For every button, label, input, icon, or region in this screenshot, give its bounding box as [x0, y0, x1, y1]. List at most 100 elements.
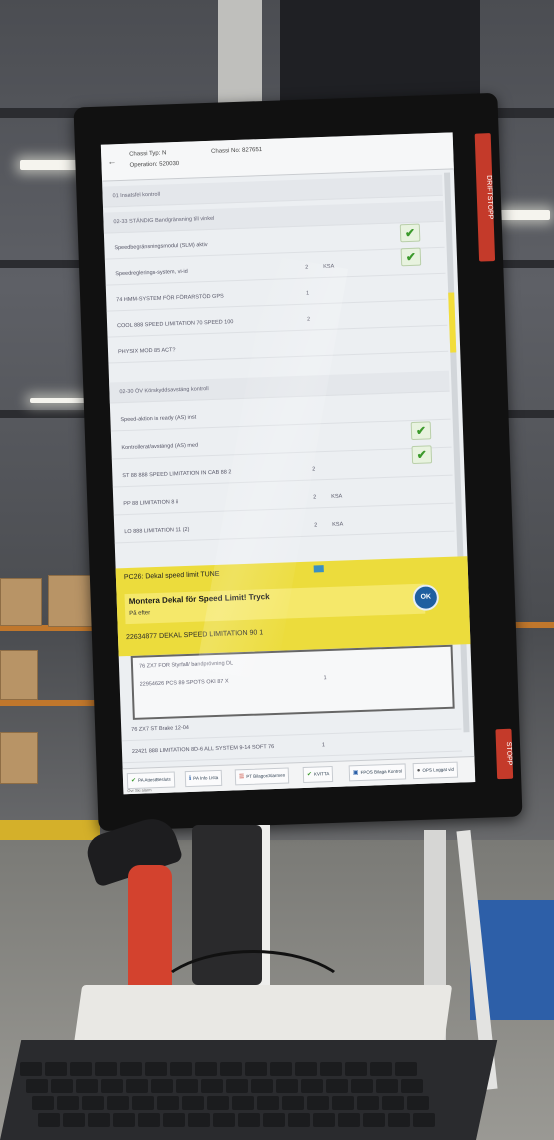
keyboard-key[interactable]	[145, 1062, 167, 1076]
keyboard-key[interactable]	[376, 1079, 398, 1093]
footer-button-info[interactable]: ℹ PA Info Lista	[184, 769, 223, 788]
keyboard-key[interactable]	[188, 1113, 210, 1127]
keyboard-key[interactable]	[170, 1062, 192, 1076]
keyboard-key[interactable]	[407, 1096, 429, 1110]
keyboard-key[interactable]	[45, 1062, 67, 1076]
list-item-label: PP 88 LIMITATION 8 ii	[123, 499, 179, 508]
keyboard-key[interactable]	[238, 1113, 260, 1127]
keyboard-key[interactable]	[151, 1079, 173, 1093]
header-chassis-no: Chassi No: 827651	[211, 147, 263, 155]
keyboard-key[interactable]	[113, 1113, 135, 1127]
list-item-label: Speedreglerings-system, vi-id	[115, 268, 188, 278]
keyboard-key[interactable]	[357, 1096, 379, 1110]
keyboard-key[interactable]	[101, 1079, 123, 1093]
header-operation: Operation: 520030	[129, 160, 180, 169]
keyboard-key[interactable]	[401, 1079, 423, 1093]
list-item-label: 01 Insatsfel kontroll	[112, 191, 161, 200]
keyboard-key[interactable]	[70, 1062, 92, 1076]
keyboard-key[interactable]	[320, 1062, 342, 1076]
keyboard-key[interactable]	[351, 1079, 373, 1093]
footer-button-label: OPS Loggat vid	[422, 766, 455, 773]
keyboard-keys[interactable]	[20, 1062, 440, 1132]
keyboard-key[interactable]	[63, 1113, 85, 1127]
panel-row-value: 1	[323, 675, 327, 682]
keyboard-key[interactable]	[226, 1079, 248, 1093]
footer-button-fpos[interactable]: ▣ FPOS Bilaga Kontrol	[348, 763, 407, 782]
keyboard-key[interactable]	[270, 1062, 292, 1076]
side-badge-top: DRIFTSTOPP	[474, 133, 496, 262]
touch-monitor: DRIFTSTOPP STOPP ← Chassi Typ: N Operati…	[73, 92, 523, 832]
keyboard-key[interactable]	[382, 1096, 404, 1110]
ceiling-light	[30, 398, 90, 403]
info-icon: ℹ	[188, 775, 192, 782]
keyboard-key[interactable]	[138, 1113, 160, 1127]
keyboard-key[interactable]	[26, 1079, 48, 1093]
list-item-label: Kontrollerat/avstängd (AS) med	[121, 442, 199, 452]
keyboard-key[interactable]	[207, 1096, 229, 1110]
keyboard-key[interactable]	[363, 1113, 385, 1127]
rack-beam	[0, 700, 100, 706]
keyboard-key[interactable]	[276, 1079, 298, 1093]
active-step-title: PC26: Dekal speed limit TUNE	[123, 570, 220, 582]
keyboard-key[interactable]	[132, 1096, 154, 1110]
keyboard-key[interactable]	[95, 1062, 117, 1076]
panel-row-label: 22954626 PCS 89 SPOTS OKI 87 X	[139, 678, 229, 688]
check-icon[interactable]: ✔	[399, 223, 421, 243]
keyboard-key[interactable]	[213, 1113, 235, 1127]
list-item-label: Speed-aktion is ready (AS) inst	[120, 414, 197, 424]
keyboard-key[interactable]	[232, 1096, 254, 1110]
keyboard-key[interactable]	[263, 1113, 285, 1127]
keyboard-key[interactable]	[195, 1062, 217, 1076]
keyboard-key[interactable]	[288, 1113, 310, 1127]
keyboard-key[interactable]	[388, 1113, 410, 1127]
keyboard-key[interactable]	[20, 1062, 42, 1076]
list-item-label: Speedbegränsningsmodul (SLM) aktiv	[114, 242, 208, 252]
footer-button-confirm[interactable]: ✔ KVITTA	[302, 765, 334, 784]
back-arrow-icon[interactable]: ←	[107, 156, 116, 166]
keyboard-key[interactable]	[220, 1062, 242, 1076]
scrollbar-thumb[interactable]	[448, 292, 457, 353]
keyboard-key[interactable]	[307, 1096, 329, 1110]
keyboard-key[interactable]	[251, 1079, 273, 1093]
keyboard-key[interactable]	[51, 1079, 73, 1093]
crate	[48, 575, 94, 627]
keyboard-key[interactable]	[370, 1062, 392, 1076]
keyboard-key[interactable]	[120, 1062, 142, 1076]
check-icon[interactable]: ✔	[410, 421, 432, 441]
keyboard-key[interactable]	[413, 1113, 435, 1127]
keyboard-key[interactable]	[301, 1079, 323, 1093]
keyboard-key[interactable]	[107, 1096, 129, 1110]
header-chassis-type: Chassi Typ: N	[129, 150, 167, 158]
keyboard-key[interactable]	[32, 1096, 54, 1110]
keyboard-key[interactable]	[326, 1079, 348, 1093]
keyboard-key[interactable]	[338, 1113, 360, 1127]
keyboard-key[interactable]	[182, 1096, 204, 1110]
keyboard-key[interactable]	[245, 1062, 267, 1076]
keyboard-key[interactable]	[332, 1096, 354, 1110]
keyboard-key[interactable]	[257, 1096, 279, 1110]
check-icon[interactable]: ✔	[400, 247, 422, 267]
crate	[0, 578, 42, 626]
keyboard-key[interactable]	[201, 1079, 223, 1093]
keyboard-key[interactable]	[345, 1062, 367, 1076]
ok-button[interactable]: OK	[412, 584, 440, 612]
keyboard-key[interactable]	[295, 1062, 317, 1076]
footer-button-attachments[interactable]: ☰ PT Bilagor/Alarmen	[234, 767, 290, 786]
keyboard-key[interactable]	[282, 1096, 304, 1110]
keyboard-key[interactable]	[76, 1079, 98, 1093]
keyboard-key[interactable]	[163, 1113, 185, 1127]
keyboard-key[interactable]	[157, 1096, 179, 1110]
footer-button-ops[interactable]: ● OPS Loggat vid	[412, 761, 459, 780]
keyboard-key[interactable]	[126, 1079, 148, 1093]
keyboard-key[interactable]	[176, 1079, 198, 1093]
keyboard-key[interactable]	[57, 1096, 79, 1110]
keyboard-key[interactable]	[395, 1062, 417, 1076]
footer-button-label: PT Bilagor/Alarmen	[246, 772, 286, 779]
list-item-label: COOL 888 SPEED LIMITATION 70 SPEED 100	[117, 319, 234, 330]
list-item-value: 1	[321, 742, 326, 749]
keyboard-key[interactable]	[82, 1096, 104, 1110]
keyboard-key[interactable]	[88, 1113, 110, 1127]
check-icon[interactable]: ✔	[411, 445, 433, 465]
keyboard-key[interactable]	[313, 1113, 335, 1127]
keyboard-key[interactable]	[38, 1113, 60, 1127]
